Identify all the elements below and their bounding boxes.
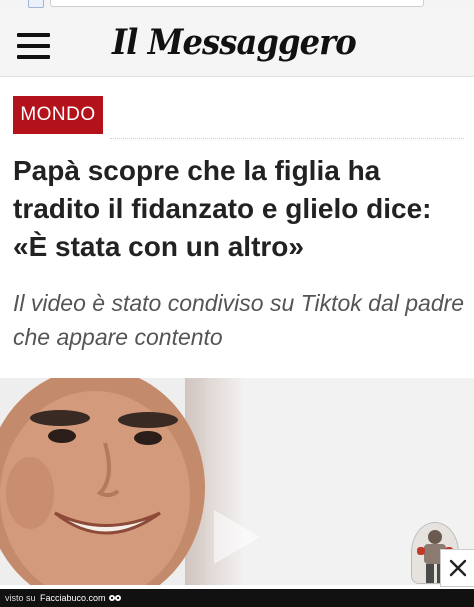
visto-su-label: visto su (5, 593, 36, 603)
video-player[interactable] (0, 378, 474, 585)
section-badge-mondo[interactable]: MONDO (13, 96, 103, 134)
article-headline: Papà scopre che la figlia ha tradito il … (13, 155, 432, 262)
close-icon (449, 559, 467, 577)
watermark-footer: visto su Facciabuco.com (0, 589, 474, 607)
site-header: Il Messaggero (0, 8, 474, 77)
site-favicon-icon (28, 0, 44, 8)
section-divider (110, 138, 464, 139)
article-subtitle: Il video è stato condiviso su Tiktok dal… (13, 290, 465, 350)
browser-top-strip (0, 0, 474, 8)
video-thumbnail-face (0, 378, 205, 585)
facciabuco-brand[interactable]: Facciabuco.com (40, 589, 106, 607)
site-logo[interactable]: Il Messaggero (112, 22, 357, 63)
address-bar[interactable] (50, 0, 424, 7)
play-icon[interactable] (208, 506, 264, 568)
close-video-button[interactable] (440, 549, 474, 587)
hamburger-menu-icon[interactable] (17, 33, 50, 59)
smiley-icon (109, 595, 121, 601)
